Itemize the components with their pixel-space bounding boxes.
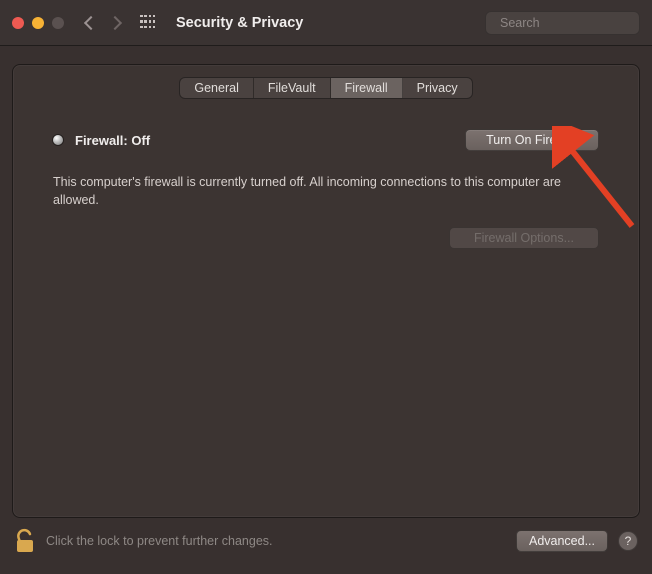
window-title: Security & Privacy: [176, 15, 303, 31]
show-all-icon[interactable]: [140, 15, 156, 31]
traffic-lights: [12, 17, 64, 29]
tab-general[interactable]: General: [180, 78, 253, 98]
lock-icon[interactable]: [14, 528, 36, 554]
preferences-pane: General FileVault Firewall Privacy Firew…: [12, 64, 640, 518]
firewall-status-label: Firewall: Off: [75, 133, 150, 148]
search-input[interactable]: [500, 16, 652, 30]
search-field[interactable]: [485, 11, 640, 35]
window-maximize-button[interactable]: [52, 17, 64, 29]
advanced-button[interactable]: Advanced...: [516, 530, 608, 552]
tab-privacy[interactable]: Privacy: [403, 78, 472, 98]
firewall-options-button: Firewall Options...: [449, 227, 599, 249]
window-minimize-button[interactable]: [32, 17, 44, 29]
turn-on-firewall-button[interactable]: Turn On Firewall: [465, 129, 599, 151]
window-close-button[interactable]: [12, 17, 24, 29]
segmented-control: General FileVault Firewall Privacy: [13, 77, 639, 99]
window-toolbar: Security & Privacy: [0, 0, 652, 46]
forward-button: [108, 15, 122, 29]
nav-arrows: [86, 18, 120, 28]
firewall-status-indicator: [53, 135, 63, 145]
footer: Click the lock to prevent further change…: [0, 518, 652, 564]
help-button[interactable]: ?: [618, 531, 638, 551]
back-button[interactable]: [84, 15, 98, 29]
firewall-status-description: This computer's firewall is currently tu…: [53, 173, 573, 209]
tab-filevault[interactable]: FileVault: [254, 78, 331, 98]
tab-firewall[interactable]: Firewall: [331, 78, 403, 98]
lock-hint-text: Click the lock to prevent further change…: [46, 534, 273, 548]
